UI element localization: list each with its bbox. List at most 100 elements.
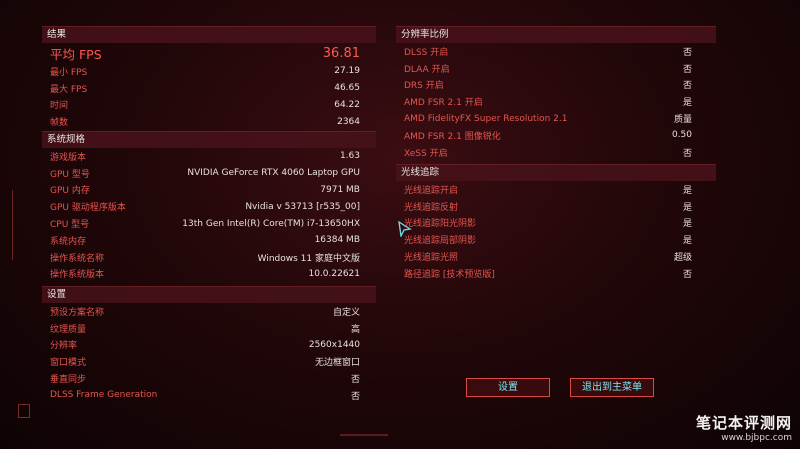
row-label: 操作系统名称 — [50, 253, 105, 264]
row-label: 最大 FPS — [50, 84, 88, 95]
avg-fps-value: 36.81 — [322, 45, 360, 61]
row-value: 自定义 — [332, 307, 360, 318]
cursor-icon — [398, 221, 412, 237]
specs-row: 游戏版本 1.63 — [42, 148, 376, 165]
ray-tracing-section: 光线追踪 光线追踪开启是 光线追踪反射是 光线追踪阳光阴影是 光线追踪局部阴影是… — [396, 164, 716, 282]
left-edge-decoration — [12, 190, 18, 260]
row-label: DLSS Frame Generation — [50, 390, 158, 401]
results-row: 帧数 2364 — [42, 113, 376, 130]
row-value: 否 — [682, 81, 692, 92]
settings-section: 设置 预设方案名称 自定义 纹理质量 高 分辨率 2560x1440 窗口模式 无边框窗… — [42, 286, 376, 404]
specs-row: GPU 内存 7971 MB — [42, 182, 376, 199]
bottom-center-decoration — [340, 434, 388, 436]
resolution-scaling-heading: 分辨率比例 — [396, 26, 716, 43]
results-row: 时间 64.22 — [42, 97, 376, 114]
resolution-scaling-section: 分辨率比例 DLSS 开启否 DLAA 开启否 DRS 开启否 AMD FSR … — [396, 26, 716, 161]
row-label: AMD FSR 2.1 开启 — [404, 98, 483, 109]
row-value: 否 — [682, 269, 692, 280]
exit-to-main-menu-button[interactable]: 退出到主菜单 — [570, 378, 654, 397]
avg-fps-row: 平均 FPS 36.81 — [42, 43, 376, 63]
left-column: 结果 平均 FPS 36.81 最小 FPS 27.19 最大 FPS 46.65 … — [42, 26, 376, 130]
row-label: 光线追踪局部阴影 — [404, 236, 477, 247]
specs-row: 操作系统名称 Windows 11 家庭中文版 — [42, 249, 376, 266]
avg-fps-label: 平均 FPS — [50, 46, 102, 62]
ray-tracing-row: 光线追踪反射 是 — [396, 198, 716, 215]
row-label: GPU 型号 — [50, 169, 90, 180]
row-value: 高 — [350, 324, 360, 335]
row-label: 路径追踪 [技术预览版] — [404, 269, 495, 280]
row-value: 是 — [682, 202, 692, 213]
results-heading: 结果 — [42, 26, 376, 43]
ray-tracing-row: 光线追踪光照 超级 — [396, 248, 716, 265]
resolution-row: AMD FSR 2.1 图像锐化 0.50 — [396, 127, 716, 144]
row-label: 预设方案名称 — [50, 307, 105, 318]
resolution-row: DLAA 开启 否 — [396, 60, 716, 77]
row-value: 质量 — [673, 115, 692, 126]
ray-tracing-row: 光线追踪阳光阴影 是 — [396, 215, 716, 232]
resolution-row: AMD FidelityFX Super Resolution 2.1 质量 — [396, 110, 716, 127]
specs-section: 系统规格 游戏版本 1.63 GPU 型号 NVIDIA GeForce RTX 4… — [42, 131, 376, 282]
row-value: 否 — [682, 47, 692, 58]
row-label: 纹理质量 — [50, 324, 87, 335]
row-label: 帧数 — [50, 118, 69, 129]
row-value: 超级 — [673, 253, 692, 264]
row-label: 游戏版本 — [50, 152, 87, 163]
row-label: DRS 开启 — [404, 81, 444, 92]
row-value: 是 — [682, 219, 692, 230]
results-row: 最小 FPS 27.19 — [42, 63, 376, 80]
row-label: 光线追踪光照 — [404, 253, 459, 264]
settings-row: 窗口模式 无边框窗口 — [42, 353, 376, 370]
row-value: 64.22 — [334, 99, 360, 110]
resolution-row: XeSS 开启 否 — [396, 144, 716, 161]
row-label: GPU 驱动程序版本 — [50, 203, 126, 214]
ray-tracing-heading: 光线追踪 — [396, 164, 716, 181]
row-label: DLSS 开启 — [404, 47, 449, 58]
resolution-row: DLSS 开启 否 — [396, 43, 716, 60]
row-value: 否 — [350, 375, 360, 386]
watermark: 笔记本评测网 www.bjbpc.com — [696, 412, 792, 443]
settings-heading: 设置 — [42, 286, 376, 303]
row-value: 27.19 — [334, 66, 360, 77]
specs-row: 系统内存 16384 MB — [42, 232, 376, 249]
row-value: 2560x1440 — [308, 339, 360, 350]
row-value: 无边框窗口 — [314, 358, 360, 369]
row-value: NVIDIA GeForce RTX 4060 Laptop GPU — [187, 168, 360, 179]
row-label: AMD FidelityFX Super Resolution 2.1 — [404, 113, 568, 124]
row-label: 垂直同步 — [50, 375, 87, 386]
settings-row: 垂直同步 否 — [42, 370, 376, 387]
settings-row: DLSS Frame Generation 否 — [42, 387, 376, 404]
watermark-url: www.bjbpc.com — [721, 433, 792, 443]
specs-row: GPU 驱动程序版本 Nvidia v 53713 [r535_00] — [42, 198, 376, 215]
row-value: 是 — [682, 236, 692, 247]
ray-tracing-row: 光线追踪开启 是 — [396, 181, 716, 198]
row-value: 否 — [350, 391, 360, 402]
row-label: 窗口模式 — [50, 358, 87, 369]
ray-tracing-row: 光线追踪局部阴影 是 — [396, 231, 716, 248]
row-label: 光线追踪反射 — [404, 202, 459, 213]
row-value: 7971 MB — [320, 184, 360, 195]
row-value: 16384 MB — [314, 235, 360, 246]
row-label: 操作系统版本 — [50, 270, 105, 281]
specs-row: CPU 型号 13th Gen Intel(R) Core(TM) i7-1365… — [42, 215, 376, 232]
watermark-title: 笔记本评测网 — [695, 414, 792, 432]
settings-button[interactable]: 设置 — [466, 378, 550, 397]
row-value: 0.50 — [671, 130, 692, 141]
settings-row: 分辨率 2560x1440 — [42, 337, 376, 354]
row-value: 是 — [682, 185, 692, 196]
row-label: AMD FSR 2.1 图像锐化 — [404, 131, 501, 142]
row-label: 时间 — [50, 101, 69, 112]
row-label: 光线追踪开启 — [404, 185, 459, 196]
settings-row: 纹理质量 高 — [42, 320, 376, 337]
bottom-left-badge — [18, 404, 30, 418]
row-label: DLAA 开启 — [404, 64, 450, 75]
row-value: 是 — [682, 98, 692, 109]
results-row: 最大 FPS 46.65 — [42, 80, 376, 97]
row-value: Windows 11 家庭中文版 — [257, 253, 360, 264]
resolution-row: AMD FSR 2.1 开启 是 — [396, 93, 716, 110]
row-label: 分辨率 — [50, 341, 78, 352]
row-label: CPU 型号 — [50, 220, 90, 231]
row-label: 光线追踪阳光阴影 — [404, 219, 477, 230]
row-value: Nvidia v 53713 [r535_00] — [245, 201, 360, 212]
row-value: 46.65 — [334, 83, 360, 94]
row-label: 系统内存 — [50, 236, 87, 247]
